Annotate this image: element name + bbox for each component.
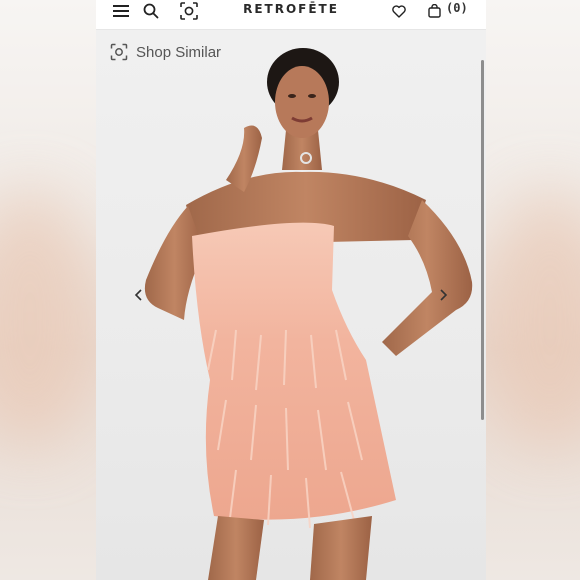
shop-similar-label: Shop Similar [136, 43, 222, 61]
model-illustration [144, 48, 473, 580]
blurred-backdrop-left [0, 0, 96, 580]
heart-icon[interactable] [391, 0, 407, 22]
next-image-arrow[interactable] [436, 288, 450, 302]
blurred-backdrop-right [486, 0, 580, 580]
visual-search-icon [110, 43, 128, 61]
previous-image-arrow[interactable] [132, 288, 146, 302]
bag-icon[interactable] [426, 0, 442, 22]
shop-similar-button[interactable]: Shop Similar [110, 43, 221, 61]
top-navigation-bar: RETROFĒTE (0) [96, 0, 486, 30]
product-image[interactable]: Shop Similar [96, 30, 486, 580]
scrollbar[interactable] [481, 60, 484, 420]
cart-count[interactable]: (0) [446, 1, 468, 15]
app-screen: RETROFĒTE (0) Shop Similar [96, 0, 486, 580]
